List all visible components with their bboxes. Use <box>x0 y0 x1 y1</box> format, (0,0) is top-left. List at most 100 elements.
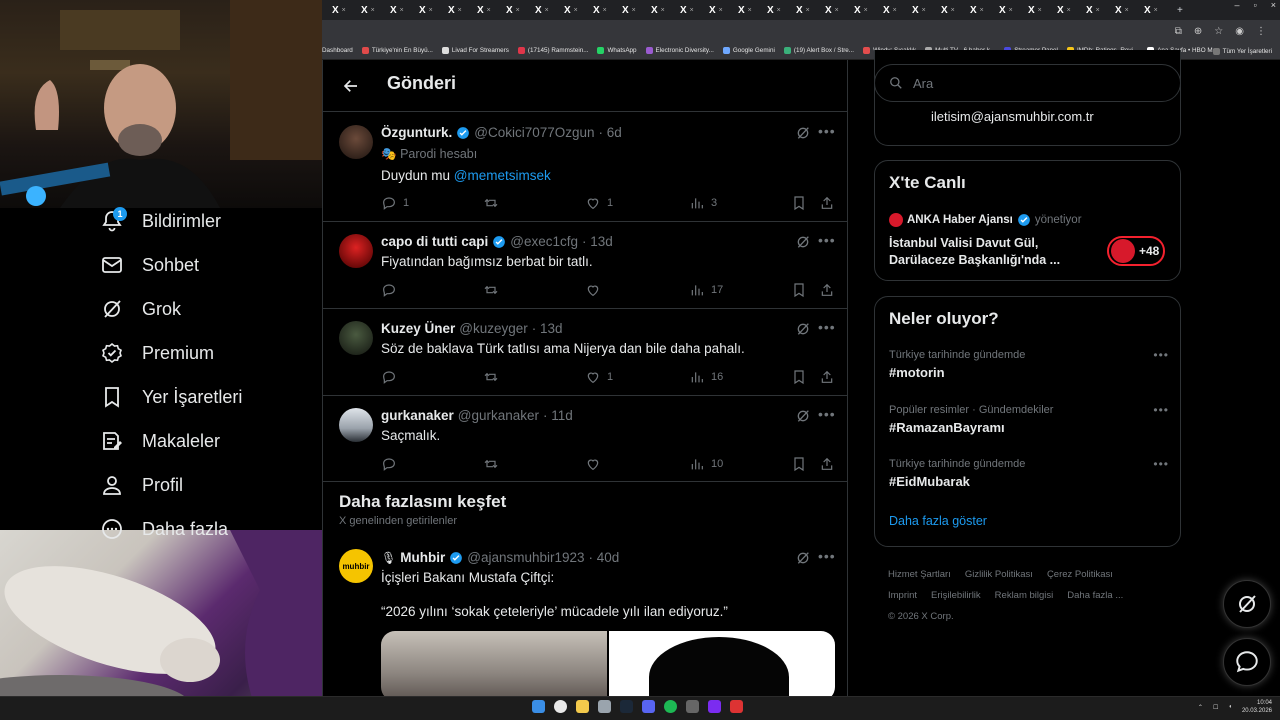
tab-close-icon[interactable]: × <box>371 7 375 14</box>
tab-close-icon[interactable]: × <box>1009 7 1013 14</box>
tab-close-icon[interactable]: × <box>574 7 578 14</box>
tab-close-icon[interactable]: × <box>400 7 404 14</box>
grok-icon[interactable] <box>795 408 811 424</box>
messages-fab-button[interactable] <box>1223 638 1271 686</box>
tab-close-icon[interactable]: × <box>342 7 346 14</box>
share-button[interactable] <box>819 456 835 472</box>
like-button[interactable] <box>585 282 601 298</box>
bookmark-item[interactable]: Electronic Diversity... <box>645 47 714 54</box>
tab-close-icon[interactable]: × <box>487 7 491 14</box>
tab-close-icon[interactable]: × <box>429 7 433 14</box>
search-input[interactable] <box>913 75 1153 91</box>
bookmark-item[interactable]: (19) Alert Box / Stre... <box>783 47 854 54</box>
browser-tab[interactable]: X × <box>1086 5 1115 16</box>
menu-icon[interactable]: ⋮ <box>1256 26 1266 37</box>
back-button[interactable] <box>339 74 363 98</box>
tab-close-icon[interactable]: × <box>951 7 955 14</box>
author-name[interactable]: gurkanaker <box>381 408 454 423</box>
tab-close-icon[interactable]: × <box>632 7 636 14</box>
retweet-button[interactable] <box>483 456 499 472</box>
tab-close-icon[interactable]: × <box>806 7 810 14</box>
folder-icon[interactable] <box>576 700 589 713</box>
reply-post[interactable]: gurkanaker @gurkanaker · 11d Saçmalık. •… <box>323 396 847 482</box>
live-topic[interactable]: İstanbul Valisi Davut Gül, Darülaceze Ba… <box>889 235 1089 269</box>
post-time[interactable]: · 11d <box>543 408 573 423</box>
post-time[interactable]: · 40d <box>589 550 620 565</box>
author-handle[interactable]: @ajansmuhbir1923 <box>467 550 584 565</box>
avatar[interactable] <box>339 125 373 159</box>
app-icon[interactable] <box>598 700 611 713</box>
profile-icon[interactable]: ◉ <box>1235 26 1244 37</box>
grok-icon[interactable] <box>795 234 811 250</box>
clock[interactable]: 10:04 20.03.2026 <box>1242 699 1272 715</box>
browser-tab[interactable]: X × <box>564 5 593 16</box>
views-button[interactable]: 3 <box>689 195 717 211</box>
more-options-icon[interactable]: ••• <box>1153 348 1169 362</box>
browser-tab[interactable]: X × <box>477 5 506 16</box>
tab-close-icon[interactable]: × <box>1038 7 1042 14</box>
steam-icon[interactable] <box>620 700 633 713</box>
nav-item-articles[interactable]: Makaleler <box>100 429 220 453</box>
reply-button[interactable] <box>381 282 397 298</box>
browser-tab[interactable]: X × <box>506 5 535 16</box>
bookmark-button[interactable] <box>791 195 807 211</box>
browser-tab[interactable]: X × <box>709 5 738 16</box>
bookmark-button[interactable] <box>791 369 807 385</box>
search-box[interactable] <box>874 64 1181 102</box>
volume-icon[interactable]: ◖ <box>1228 704 1232 710</box>
browser-tab[interactable]: X × <box>999 5 1028 16</box>
author-handle[interactable]: @kuzeyger <box>459 321 527 336</box>
like-button[interactable]: 1 <box>585 195 613 211</box>
maximize-button[interactable]: ▫ <box>1254 0 1257 10</box>
bookmark-item[interactable]: Dashboard <box>322 47 353 54</box>
bookmark-item[interactable]: WhatsApp <box>597 47 637 54</box>
tab-close-icon[interactable]: × <box>1154 7 1158 14</box>
tab-close-icon[interactable]: × <box>893 7 897 14</box>
browser-tab[interactable]: X × <box>1057 5 1086 16</box>
minimize-button[interactable]: – <box>1235 0 1240 10</box>
kick-icon[interactable] <box>708 700 721 713</box>
close-window-button[interactable]: × <box>1271 0 1276 10</box>
grok-icon[interactable] <box>795 321 811 337</box>
discord-icon[interactable] <box>642 700 655 713</box>
share-button[interactable] <box>819 195 835 211</box>
browser-tab[interactable]: X × <box>332 5 361 16</box>
browser-tab[interactable]: X × <box>854 5 883 16</box>
browser-tab[interactable]: X × <box>912 5 941 16</box>
tab-close-icon[interactable]: × <box>516 7 520 14</box>
trend-item[interactable]: Popüler resimler · Gündemdekiler #Ramaza… <box>889 403 1169 435</box>
browser-tab[interactable]: X × <box>680 5 709 16</box>
reply-button[interactable] <box>381 456 397 472</box>
author-name[interactable]: Özgunturk. <box>381 125 452 140</box>
browser-tab[interactable]: X × <box>767 5 796 16</box>
extensions-icon[interactable]: ⧉ <box>1175 26 1182 37</box>
tab-close-icon[interactable]: × <box>835 7 839 14</box>
browser-tab[interactable]: X × <box>622 5 651 16</box>
tab-close-icon[interactable]: × <box>1096 7 1100 14</box>
author-name[interactable]: capo di tutti capi <box>381 234 488 249</box>
tab-close-icon[interactable]: × <box>545 7 549 14</box>
live-listeners-pill[interactable]: +48 <box>1107 236 1165 266</box>
post-media[interactable] <box>381 631 835 696</box>
app-icon[interactable] <box>730 700 743 713</box>
bookmark-item[interactable]: Livad For Streamers <box>441 47 509 54</box>
nav-item-bookmarks[interactable]: Yer İşaretleri <box>100 385 242 409</box>
browser-tab[interactable]: X × <box>1115 5 1144 16</box>
avatar[interactable] <box>339 321 373 355</box>
views-button[interactable]: 10 <box>689 456 723 472</box>
bookmark-item[interactable]: Türkiye'nin En Büyü... <box>361 47 433 54</box>
tab-close-icon[interactable]: × <box>661 7 665 14</box>
avatar[interactable]: muhbir <box>339 549 373 583</box>
author-name[interactable]: Kuzey Üner <box>381 321 455 336</box>
tab-close-icon[interactable]: × <box>719 7 723 14</box>
tab-close-icon[interactable]: × <box>1067 7 1071 14</box>
post-time[interactable]: · 13d <box>532 321 563 336</box>
views-button[interactable]: 17 <box>689 282 723 298</box>
footer-link[interactable]: Imprint <box>888 590 917 601</box>
more-options-icon[interactable]: ••• <box>818 548 836 564</box>
footer-link[interactable]: Daha fazla ... <box>1067 590 1123 601</box>
live-host[interactable]: ANKA Haber Ajansı yönetiyor <box>889 213 1082 227</box>
browser-tab[interactable]: X × <box>825 5 854 16</box>
media-photo[interactable] <box>609 631 835 696</box>
retweet-button[interactable] <box>483 195 505 211</box>
